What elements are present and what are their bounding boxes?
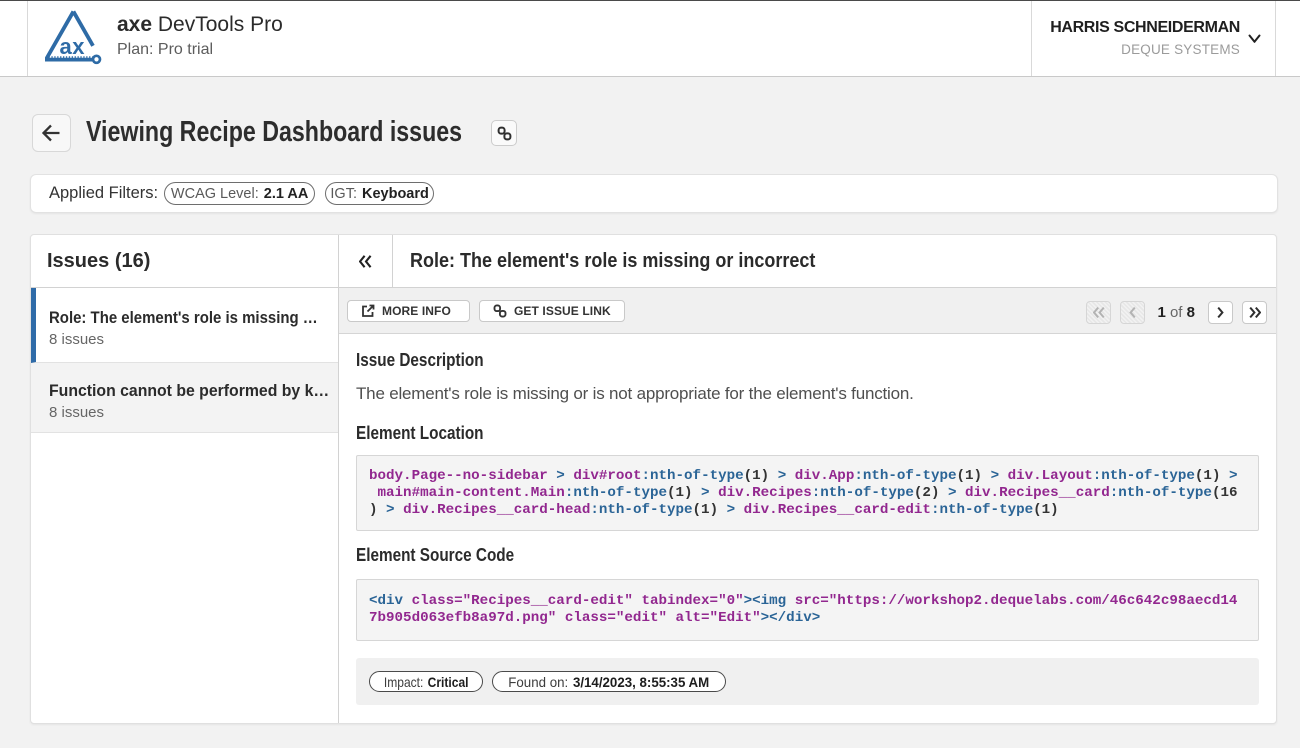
svg-text:ax: ax — [60, 34, 86, 59]
